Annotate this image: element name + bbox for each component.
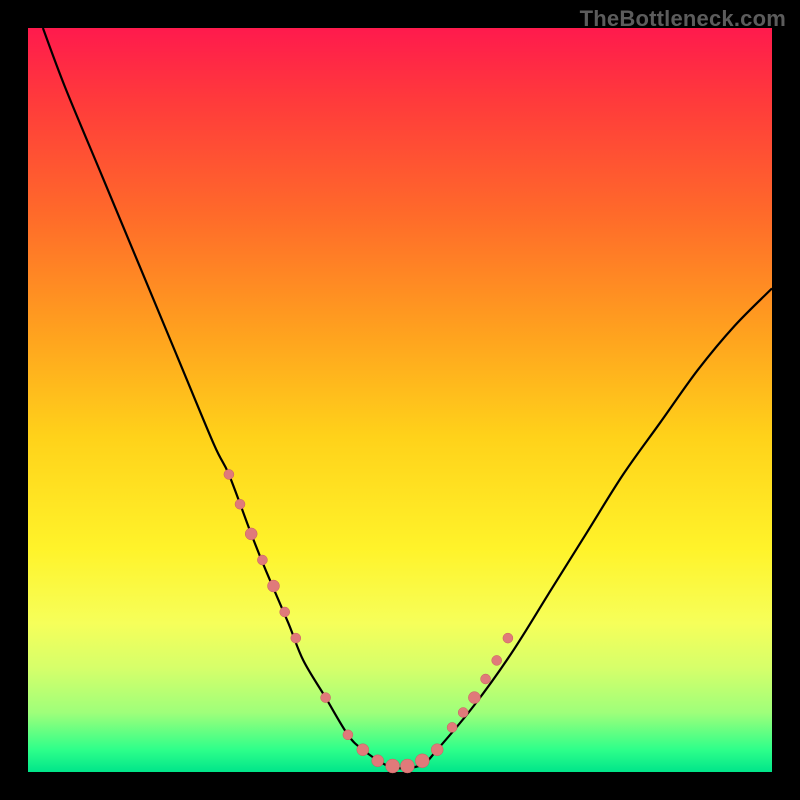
marker-point <box>415 754 429 768</box>
marker-point <box>431 744 443 756</box>
marker-point <box>291 633 301 643</box>
marker-group <box>224 469 513 773</box>
marker-point <box>447 722 457 732</box>
marker-point <box>280 607 290 617</box>
marker-point <box>481 674 491 684</box>
marker-point <box>245 528 257 540</box>
watermark-text: TheBottleneck.com <box>580 6 786 32</box>
bottleneck-curve <box>43 28 772 768</box>
marker-point <box>224 469 234 479</box>
marker-point <box>357 744 369 756</box>
marker-point <box>343 730 353 740</box>
marker-point <box>400 759 414 773</box>
marker-point <box>257 555 267 565</box>
chart-plot-area <box>28 28 772 772</box>
marker-point <box>268 580 280 592</box>
marker-point <box>503 633 513 643</box>
marker-point <box>386 759 400 773</box>
chart-svg <box>28 28 772 772</box>
chart-frame: TheBottleneck.com <box>0 0 800 800</box>
marker-point <box>458 708 468 718</box>
marker-point <box>492 655 502 665</box>
marker-point <box>321 693 331 703</box>
marker-point <box>468 692 480 704</box>
marker-point <box>235 499 245 509</box>
marker-point <box>372 755 384 767</box>
